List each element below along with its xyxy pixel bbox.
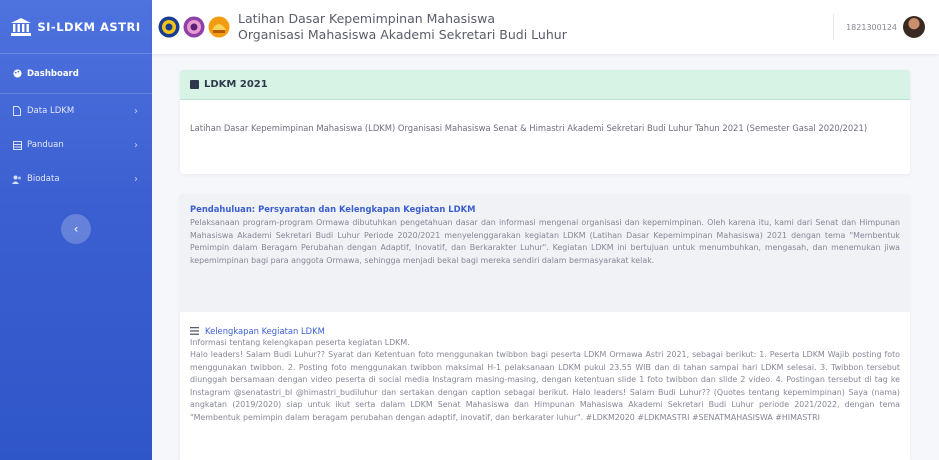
users-icon (12, 174, 22, 184)
chevron-right-icon: › (134, 139, 138, 151)
kelengkapan-section: Kelengkapan Kegiatan LDKM Informasi tent… (180, 312, 910, 425)
sidebar-item-panduan[interactable]: Panduan › (0, 128, 152, 162)
sidebar-item-label: Data LDKM (27, 106, 75, 116)
sidebar: SI-LDKM ASTRI Dashboard Data LDKM › Pand… (0, 0, 152, 460)
title-line-2: Organisasi Mahasiswa Akademi Sekretari B… (238, 27, 567, 42)
ldkm-card-header: LDKM 2021 (180, 70, 910, 100)
brand[interactable]: SI-LDKM ASTRI (0, 0, 152, 54)
sidebar-item-dashboard[interactable]: Dashboard (0, 54, 152, 94)
table-icon (12, 140, 22, 150)
logo-budi-luhur-icon (208, 16, 230, 38)
kelengkapan-title: Kelengkapan Kegiatan LDKM (205, 326, 325, 336)
sidebar-toggle-button[interactable]: ‹ (61, 214, 91, 244)
logo-himastri-icon (183, 16, 205, 38)
ldkm-description: Latihan Dasar Kepemimpinan Mahasiswa (LD… (190, 123, 868, 133)
pendahuluan-section: Pendahuluan: Persyaratan dan Kelengkapan… (180, 194, 910, 312)
kelengkapan-subtitle: Informasi tentang kelengkapan peserta ke… (190, 338, 410, 347)
sidebar-item-label: Panduan (27, 140, 64, 150)
chevron-right-icon: › (134, 105, 138, 117)
book-icon (190, 80, 199, 89)
sidebar-item-label: Dashboard (27, 68, 79, 79)
ldkm-card: LDKM 2021 Latihan Dasar Kepemimpinan Mah… (180, 70, 910, 174)
avatar (903, 16, 925, 38)
institution-icon (11, 17, 32, 36)
user-menu[interactable]: 1821300124 (833, 14, 939, 40)
logo-senat-icon (158, 16, 180, 38)
app-title: Latihan Dasar Kepemimpinan Mahasiswa Org… (238, 11, 567, 43)
info-card: Pendahuluan: Persyaratan dan Kelengkapan… (180, 194, 910, 460)
ldkm-title: LDKM 2021 (204, 79, 268, 90)
user-id: 1821300124 (846, 22, 897, 32)
pendahuluan-title: Pendahuluan: Persyaratan dan Kelengkapan… (190, 204, 476, 214)
chevron-right-icon: › (134, 173, 138, 185)
kelengkapan-text: Halo leaders! Salam Budi Luhur?? Syarat … (190, 350, 900, 422)
brand-title: SI-LDKM ASTRI (37, 19, 141, 34)
chevron-left-icon: ‹ (73, 222, 79, 236)
topbar: Latihan Dasar Kepemimpinan Mahasiswa Org… (152, 0, 939, 54)
palette-icon (12, 69, 22, 79)
pendahuluan-text: Pelaksanaan program-program Ormawa dibut… (190, 218, 900, 265)
sidebar-item-biodata[interactable]: Biodata › (0, 162, 152, 196)
sidebar-item-label: Biodata (27, 174, 60, 184)
title-line-1: Latihan Dasar Kepemimpinan Mahasiswa (238, 11, 496, 26)
kelengkapan-link[interactable]: Kelengkapan Kegiatan LDKM (190, 326, 900, 336)
list-icon (190, 327, 199, 335)
logos (158, 16, 230, 38)
file-icon (12, 106, 22, 116)
sidebar-item-data-ldkm[interactable]: Data LDKM › (0, 94, 152, 128)
